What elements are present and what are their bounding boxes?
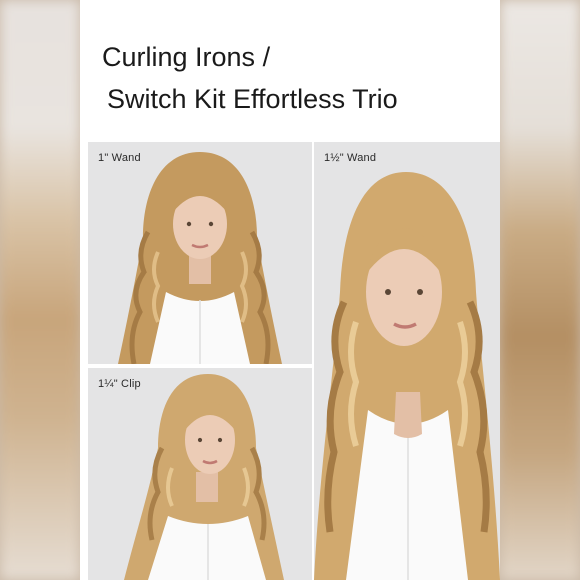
panel-label: 1" Wand [98, 152, 141, 164]
panel-1-inch-wand: 1" Wand [88, 142, 312, 364]
panel-1-half-inch-wand: 1½" Wand [314, 142, 500, 580]
blurred-background-right [500, 0, 580, 580]
panel-label: 1½" Wand [324, 152, 377, 164]
title-line-2: Switch Kit Effortless Trio [107, 84, 398, 114]
portrait-1-half-inch-wand [314, 172, 500, 580]
panel-1-quarter-inch-clip: 1¼" Clip [88, 368, 312, 580]
portrait-1-inch-wand [118, 152, 282, 364]
product-title: Curling Irons / Switch Kit Effortless Tr… [102, 36, 398, 120]
title-line-1: Curling Irons / [102, 42, 271, 72]
panel-label: 1¼" Clip [98, 378, 141, 390]
product-card: Curling Irons / Switch Kit Effortless Tr… [80, 0, 500, 580]
portrait-1-quarter-inch-clip [124, 374, 284, 580]
blurred-background-left [0, 0, 80, 580]
